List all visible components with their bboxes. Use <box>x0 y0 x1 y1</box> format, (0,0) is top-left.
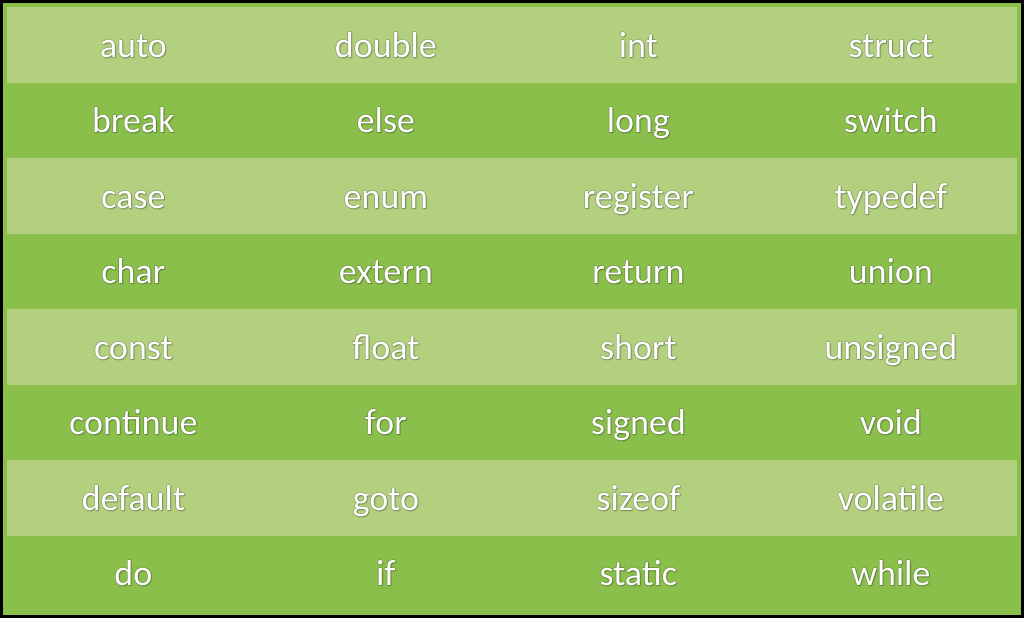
table-cell: signed <box>512 385 765 461</box>
table-row: do if static while <box>7 536 1017 612</box>
table-cell: auto <box>7 7 260 83</box>
table-row: default goto sizeof volatile <box>7 460 1017 536</box>
table-cell: typedef <box>765 158 1018 234</box>
table-cell: const <box>7 309 260 385</box>
table-cell: short <box>512 309 765 385</box>
table-cell: double <box>260 7 513 83</box>
table-frame: auto double int struct break else long s… <box>0 0 1024 618</box>
table-cell: for <box>260 385 513 461</box>
table-cell: union <box>765 234 1018 310</box>
table-cell: volatile <box>765 460 1018 536</box>
table-cell: extern <box>260 234 513 310</box>
table-cell: switch <box>765 83 1018 159</box>
table-cell: sizeof <box>512 460 765 536</box>
table-cell: struct <box>765 7 1018 83</box>
table-cell: case <box>7 158 260 234</box>
table-row: auto double int struct <box>7 7 1017 83</box>
table-cell: continue <box>7 385 260 461</box>
table-cell: register <box>512 158 765 234</box>
keywords-table: auto double int struct break else long s… <box>7 7 1017 611</box>
table-cell: char <box>7 234 260 310</box>
table-cell: void <box>765 385 1018 461</box>
table-cell: unsigned <box>765 309 1018 385</box>
table-cell: do <box>7 536 260 612</box>
table-row: break else long switch <box>7 83 1017 159</box>
table-row: case enum register typedef <box>7 158 1017 234</box>
table-row: char extern return union <box>7 234 1017 310</box>
table-cell: static <box>512 536 765 612</box>
table-row: continue for signed void <box>7 385 1017 461</box>
table-cell: long <box>512 83 765 159</box>
table-cell: enum <box>260 158 513 234</box>
table-cell: float <box>260 309 513 385</box>
table-cell: int <box>512 7 765 83</box>
table-cell: if <box>260 536 513 612</box>
table-cell: else <box>260 83 513 159</box>
table-row: const float short unsigned <box>7 309 1017 385</box>
table-cell: default <box>7 460 260 536</box>
table-cell: while <box>765 536 1018 612</box>
table-cell: break <box>7 83 260 159</box>
table-cell: return <box>512 234 765 310</box>
table-cell: goto <box>260 460 513 536</box>
